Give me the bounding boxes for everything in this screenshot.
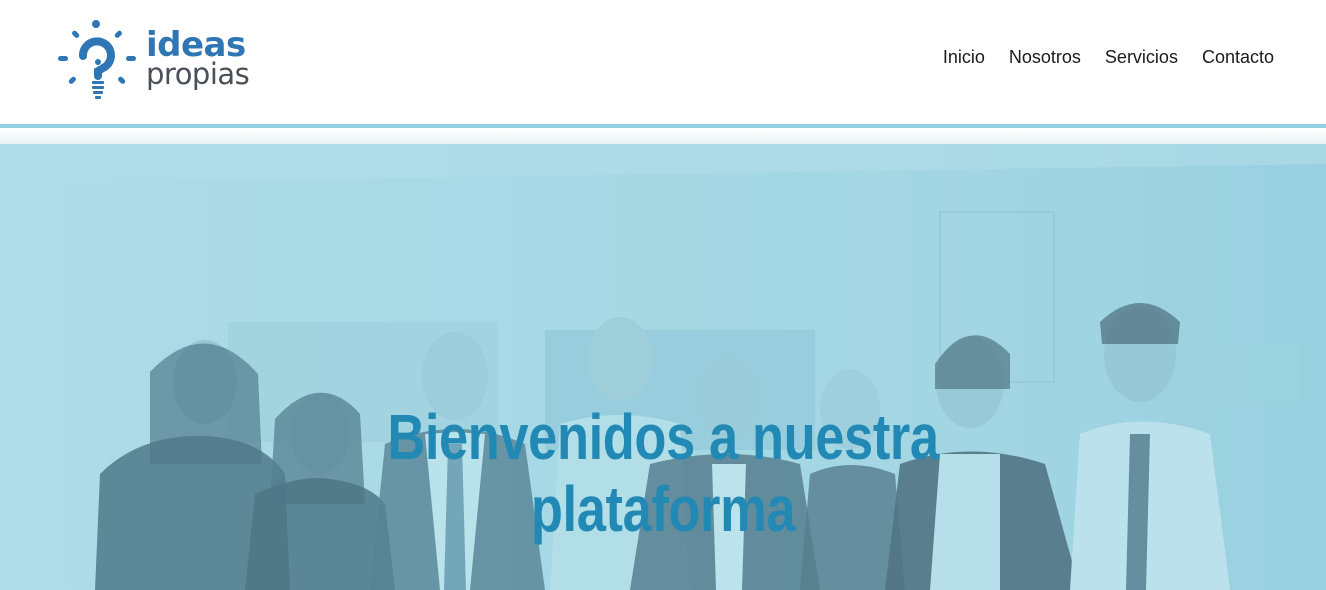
header-shadow xyxy=(0,128,1326,144)
logo-wordmark: ideas propias xyxy=(146,28,250,91)
site-header: ideas propias Inicio Nosotros Servicios … xyxy=(0,0,1326,124)
nav-item-inicio[interactable]: Inicio xyxy=(943,47,985,68)
hero-title: Bienvenidos a nuestra plataforma xyxy=(0,401,1326,545)
nav-item-nosotros[interactable]: Nosotros xyxy=(1009,47,1081,68)
nav-item-contacto[interactable]: Contacto xyxy=(1202,47,1274,68)
hero-banner: Bienvenidos a nuestra plataforma xyxy=(0,144,1326,590)
nav-item-servicios[interactable]: Servicios xyxy=(1105,47,1178,68)
lightbulb-question-icon xyxy=(58,20,136,99)
site-logo[interactable]: ideas propias xyxy=(56,18,256,102)
main-nav: Inicio Nosotros Servicios Contacto xyxy=(943,47,1274,68)
hero-title-line2: plataforma xyxy=(530,472,796,545)
logo-text-propias: propias xyxy=(146,57,250,91)
hero-title-line1: Bienvenidos a nuestra xyxy=(387,400,939,473)
